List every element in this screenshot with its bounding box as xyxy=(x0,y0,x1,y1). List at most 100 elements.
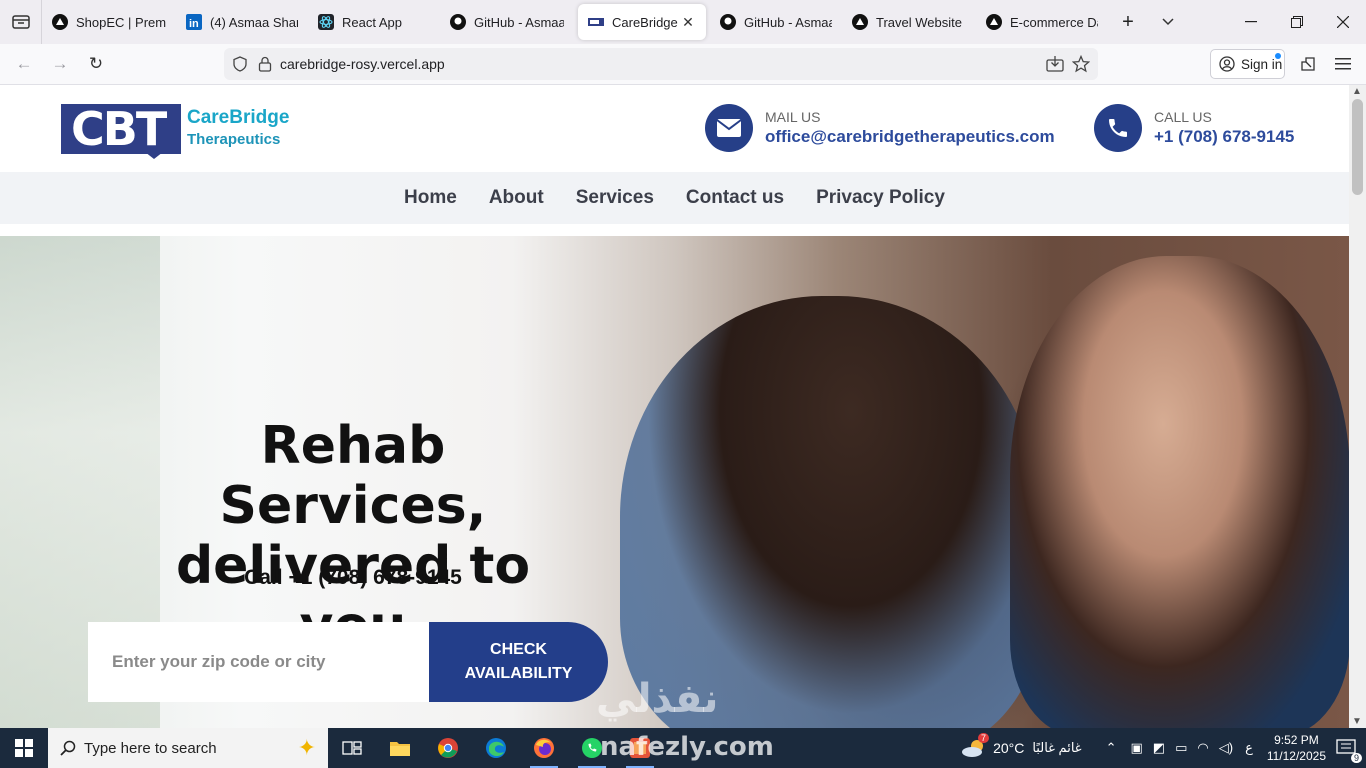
vercel-icon xyxy=(986,14,1002,30)
shield-icon[interactable] xyxy=(232,56,248,72)
forward-arrow-icon[interactable]: → xyxy=(42,48,78,80)
github-icon xyxy=(720,14,736,30)
tab-github-1[interactable]: GitHub - Asmaa6 xyxy=(440,4,574,40)
scroll-up-icon[interactable]: ▲ xyxy=(1352,86,1362,97)
logo-text: CareBridge Therapeutics xyxy=(187,107,289,151)
weather-temperature[interactable]: 20°C xyxy=(993,740,1024,756)
tab-shopec[interactable]: ShopEC | Premium xyxy=(42,4,176,40)
input-language-indicator[interactable]: ع xyxy=(1245,740,1253,756)
tab-label: GitHub - Asmaa6 xyxy=(474,14,564,30)
zip-code-input[interactable] xyxy=(88,622,430,702)
minimize-window-icon[interactable] xyxy=(1228,0,1274,44)
hero-title-line1: Rehab Services, xyxy=(219,416,487,536)
webpage: CBT CareBridge Therapeutics MAIL US offi… xyxy=(0,85,1349,728)
battery-icon[interactable]: ▭ xyxy=(1175,740,1187,756)
tab-label: Travel Website xyxy=(876,14,962,30)
call-label: CALL US xyxy=(1154,109,1212,125)
github-icon xyxy=(450,14,466,30)
chrome-icon[interactable] xyxy=(424,728,472,768)
sign-in-button[interactable]: Sign in xyxy=(1210,49,1285,79)
clock-time: 9:52 PM xyxy=(1274,733,1319,747)
logo-line2: Therapeutics xyxy=(187,131,281,148)
close-tab-icon[interactable]: ✕ xyxy=(680,14,696,31)
tab-label: (4) Asmaa Sharaf xyxy=(210,14,298,30)
chevron-down-icon[interactable] xyxy=(1148,0,1188,44)
menu-hamburger-icon[interactable] xyxy=(1325,48,1361,80)
react-icon xyxy=(318,14,334,30)
weather-alert-badge: 7 xyxy=(978,733,990,743)
watermark-nafezly: nafezly.com xyxy=(600,732,774,762)
scrollbar-thumb[interactable] xyxy=(1352,99,1363,195)
volume-icon[interactable]: ◁) xyxy=(1219,740,1233,756)
meet-now-icon[interactable]: ▣ xyxy=(1131,740,1143,756)
nav-home[interactable]: Home xyxy=(404,187,457,209)
tab-label: CareBridge xyxy=(612,14,678,30)
linkedin-icon: in xyxy=(186,14,202,30)
scroll-down-icon[interactable]: ▼ xyxy=(1352,716,1362,727)
tab-ecommerce[interactable]: E-commerce Das xyxy=(976,4,1108,40)
button-line1: CHECK xyxy=(490,641,547,658)
edge-icon[interactable] xyxy=(472,728,520,768)
hero-photo-patient xyxy=(620,296,1040,728)
show-hidden-icons-chevron-icon[interactable]: ⌃ xyxy=(1106,740,1117,756)
notifications-icon[interactable]: 9 xyxy=(1336,739,1362,763)
restore-window-icon[interactable] xyxy=(1274,0,1320,44)
lock-icon[interactable] xyxy=(258,56,272,72)
tab-travel-website[interactable]: Travel Website xyxy=(842,4,976,40)
file-explorer-icon[interactable] xyxy=(376,728,424,768)
task-view-icon[interactable] xyxy=(328,728,376,768)
vercel-icon xyxy=(852,14,868,30)
windows-taskbar: Type here to search ✦ nafezly.com 7 20°C… xyxy=(0,728,1366,768)
url-text[interactable]: carebridge-rosy.vercel.app xyxy=(280,56,445,72)
tab-list-icon[interactable] xyxy=(0,0,42,44)
hero-call-text: Call +1 (708) 678-9145 xyxy=(244,566,462,589)
mail-address-link[interactable]: office@carebridgetherapeutics.com xyxy=(765,127,1055,147)
mail-label: MAIL US xyxy=(765,109,821,125)
windows-start-icon[interactable] xyxy=(0,728,48,768)
new-tab-icon[interactable]: + xyxy=(1108,0,1148,44)
phone-number-link[interactable]: +1 (708) 678-9145 xyxy=(1154,127,1294,147)
save-page-icon[interactable] xyxy=(1046,56,1064,72)
page-scrollbar[interactable]: ▲ ▼ xyxy=(1349,85,1366,728)
reload-icon[interactable]: ↻ xyxy=(78,48,114,80)
taskbar-clock[interactable]: 9:52 PM 11/12/2025 xyxy=(1267,732,1326,764)
firefox-icon[interactable] xyxy=(520,728,568,768)
tab-label: GitHub - Asmaa6 xyxy=(744,14,832,30)
nav-services[interactable]: Services xyxy=(576,187,654,209)
system-tray: 7 20°C غائم غالبًا ⌃ ▣ ◩ ▭ ◠ ◁) ع 9:52 P… xyxy=(961,728,1366,768)
nav-privacy-policy[interactable]: Privacy Policy xyxy=(816,187,945,209)
logo-line1: CareBridge xyxy=(187,107,290,128)
tab-github-2[interactable]: GitHub - Asmaa6 xyxy=(710,4,842,40)
logo-mark: CBT xyxy=(61,104,181,159)
tab-linkedin[interactable]: in (4) Asmaa Sharaf xyxy=(176,4,308,40)
cbt-logo[interactable]: CBT CareBridge Therapeutics xyxy=(61,104,289,159)
security-icon[interactable]: ◩ xyxy=(1153,740,1165,756)
tab-label: E-commerce Das xyxy=(1010,14,1098,30)
taskbar-search-box[interactable]: Type here to search ✦ xyxy=(48,728,328,768)
back-arrow-icon[interactable]: ← xyxy=(6,48,42,80)
address-bar[interactable]: carebridge-rosy.vercel.app xyxy=(224,48,1098,80)
weather-description[interactable]: غائم غالبًا xyxy=(1032,740,1081,756)
clock-date: 11/12/2025 xyxy=(1266,749,1326,763)
nav-contact-us[interactable]: Contact us xyxy=(686,187,784,209)
browser-toolbar: ← → ↻ carebridge-rosy.vercel.app Sign in xyxy=(0,44,1366,85)
close-window-icon[interactable] xyxy=(1320,0,1366,44)
weather-cloud-icon[interactable]: 7 xyxy=(961,733,990,758)
mail-contact: MAIL US office@carebridgetherapeutics.co… xyxy=(705,104,1055,152)
search-icon xyxy=(60,740,76,756)
tab-react-app[interactable]: React App xyxy=(308,4,440,40)
account-icon xyxy=(1219,56,1235,72)
main-navigation: Home About Services Contact us Privacy P… xyxy=(0,172,1349,224)
cbt-favicon-icon xyxy=(588,14,604,30)
phone-icon xyxy=(1094,104,1142,152)
wifi-icon[interactable]: ◠ xyxy=(1197,740,1208,756)
bookmark-star-icon[interactable] xyxy=(1072,55,1090,73)
tab-carebridge[interactable]: CareBridge ✕ xyxy=(578,4,706,40)
extensions-icon[interactable] xyxy=(1290,48,1326,80)
check-availability-button[interactable]: CHECK AVAILABILITY xyxy=(429,622,608,702)
nav-about[interactable]: About xyxy=(489,187,544,209)
copilot-sparkle-icon[interactable]: ✦ xyxy=(298,735,316,761)
tab-label: ShopEC | Premium xyxy=(76,14,166,30)
hero-title: Rehab Services, delivered to you xyxy=(128,416,578,656)
site-header: CBT CareBridge Therapeutics MAIL US offi… xyxy=(0,85,1349,172)
